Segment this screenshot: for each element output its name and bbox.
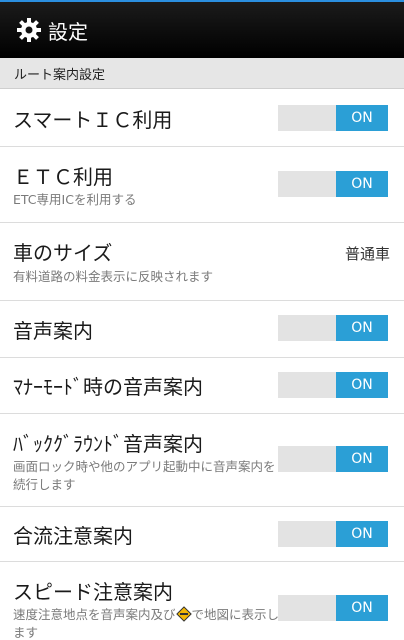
etc-toggle[interactable]: ON: [278, 171, 388, 197]
gear-icon: [16, 17, 42, 43]
toggle-on-label: ON: [336, 372, 388, 398]
setting-row-etc[interactable]: ＥＴＣ利用 ETC専用ICを利用する ON: [0, 147, 404, 223]
title-bar: 設定: [0, 2, 404, 58]
background-toggle[interactable]: ON: [278, 446, 388, 472]
settings-screen: 設定 ルート案内設定 スマートＩＣ利用 ON ＥＴＣ利用 ETC専用ICを利用す…: [0, 0, 404, 640]
setting-title: スピード注意案内: [13, 580, 173, 604]
setting-title: スマートＩＣ利用: [13, 108, 173, 132]
setting-row-smart-ic[interactable]: スマートＩＣ利用 ON: [0, 89, 404, 147]
smart-ic-toggle[interactable]: ON: [278, 105, 388, 131]
setting-row-background[interactable]: ﾊﾞｯｸｸﾞﾗｳﾝﾄﾞ音声案内 画面ロック時や他のアプリ起動中に音声案内を続行し…: [0, 414, 404, 507]
speed-toggle[interactable]: ON: [278, 595, 388, 621]
toggle-on-label: ON: [336, 171, 388, 197]
setting-title: 車のサイズ: [13, 241, 113, 265]
toggle-on-label: ON: [336, 595, 388, 621]
merge-toggle[interactable]: ON: [278, 521, 388, 547]
setting-row-speed[interactable]: スピード注意案内 速度注意地点を音声案内及び で地図に表示します ON: [0, 562, 404, 640]
setting-title: ﾊﾞｯｸｸﾞﾗｳﾝﾄﾞ音声案内: [13, 432, 203, 456]
setting-description: 有料道路の料金表示に反映されます: [13, 269, 214, 284]
speed-warning-icon: [175, 606, 192, 622]
setting-description: 速度注意地点を音声案内及び で地図に表示します: [13, 606, 285, 640]
setting-title: 合流注意案内: [13, 524, 133, 548]
toggle-on-label: ON: [336, 315, 388, 341]
setting-row-voice[interactable]: 音声案内 ON: [0, 301, 404, 358]
voice-toggle[interactable]: ON: [278, 315, 388, 341]
toggle-on-label: ON: [336, 446, 388, 472]
setting-title: 音声案内: [13, 319, 93, 343]
setting-title: ＥＴＣ利用: [13, 165, 113, 189]
manner-mode-toggle[interactable]: ON: [278, 372, 388, 398]
setting-row-car-size[interactable]: 車のサイズ 有料道路の料金表示に反映されます 普通車: [0, 223, 404, 301]
setting-description: 画面ロック時や他のアプリ起動中に音声案内を続行します: [13, 459, 276, 492]
setting-title: ﾏﾅｰﾓｰﾄﾞ時の音声案内: [13, 375, 203, 399]
toggle-on-label: ON: [336, 105, 388, 131]
setting-row-merge[interactable]: 合流注意案内 ON: [0, 507, 404, 562]
page-title: 設定: [48, 19, 88, 44]
section-label: ルート案内設定: [14, 67, 106, 83]
section-header-route: ルート案内設定: [0, 58, 404, 89]
setting-row-manner-mode[interactable]: ﾏﾅｰﾓｰﾄﾞ時の音声案内 ON: [0, 358, 404, 414]
speed-desc-before: 速度注意地点を音声案内及び: [13, 607, 176, 622]
toggle-on-label: ON: [336, 521, 388, 547]
setting-description: ETC専用ICを利用する: [13, 192, 137, 207]
car-size-value: 普通車: [344, 245, 390, 263]
